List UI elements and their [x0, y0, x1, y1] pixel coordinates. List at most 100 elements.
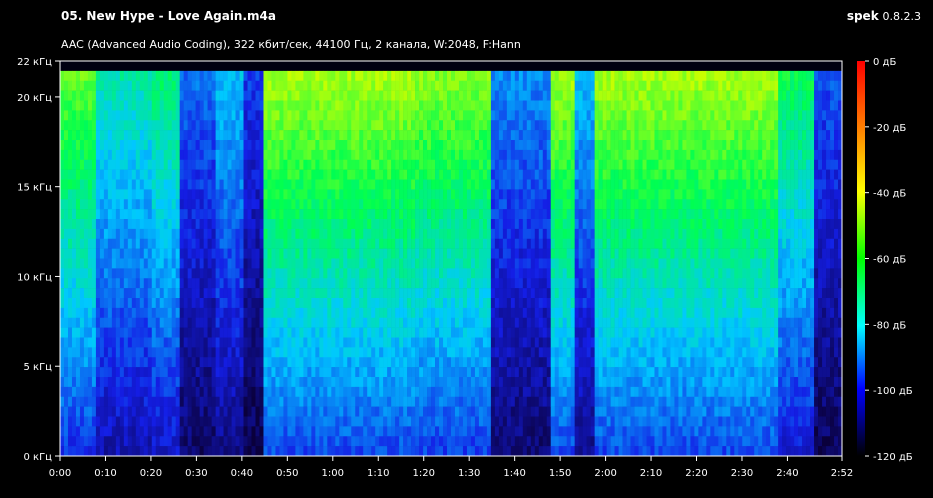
spectrogram-cell: [227, 130, 232, 141]
spectrogram-cell: [223, 416, 228, 427]
spectrogram-cell: [339, 317, 344, 328]
spectrogram-cell: [482, 416, 488, 427]
spectrogram-cell: [526, 80, 532, 91]
spectrogram-cell: [139, 80, 145, 91]
spectrogram-cell: [195, 337, 200, 348]
spectrogram-cell: [355, 100, 360, 111]
spectrogram-cell: [435, 80, 440, 91]
spectrogram-cell: [331, 169, 336, 180]
spectrogram-cell: [327, 219, 332, 230]
spectrogram-cell: [163, 209, 169, 220]
spectrogram-cell: [526, 288, 532, 299]
spectrogram-cell: [299, 357, 304, 368]
spectrogram-cell: [494, 248, 500, 259]
spectrogram-cell: [159, 199, 165, 210]
spectrogram-cell: [219, 248, 224, 259]
spectrogram-cell: [522, 406, 528, 417]
spectrogram-cell: [447, 436, 452, 447]
spectrogram-cell: [482, 80, 488, 91]
spectrogram-cell: [227, 406, 232, 417]
spectrogram-cell: [231, 209, 236, 220]
spectrogram-cell: [67, 80, 73, 91]
spectrogram-cell: [339, 377, 344, 388]
spectrogram-cell: [335, 100, 340, 111]
spectrogram-cell: [259, 258, 264, 269]
spectrogram-cell: [255, 149, 260, 161]
spectrogram-cell: [60, 317, 65, 328]
spectrogram-cell: [347, 278, 352, 289]
spectrogram-cell: [447, 189, 452, 200]
spectrogram-cell: [115, 288, 121, 299]
spectrogram-cell: [87, 258, 93, 269]
spectrogram-cell: [119, 90, 125, 101]
spectrogram-cell: [155, 347, 161, 358]
spectrogram-cell: [87, 199, 93, 210]
spectrogram-cell: [331, 100, 336, 111]
spectrogram-cell: [251, 140, 256, 151]
spectrogram-cell: [211, 317, 216, 328]
spectrogram-cell: [506, 327, 512, 338]
spectrogram-cell: [283, 288, 288, 299]
spectrogram-cell: [462, 317, 468, 328]
spectrogram-cell: [538, 268, 544, 279]
spectrogram-cell: [159, 110, 165, 121]
spectrogram-cell: [387, 386, 392, 398]
spectrogram-cell: [295, 110, 300, 121]
spectrogram-cell: [367, 436, 372, 447]
spectrogram-cell: [383, 436, 388, 447]
spectrogram-cell: [247, 179, 252, 190]
spectrogram-cell: [143, 189, 149, 200]
spectrogram-cell: [111, 120, 117, 131]
spectrogram-cell: [71, 436, 77, 447]
spectrogram-cell: [367, 199, 372, 210]
spectrogram-cell: [542, 307, 548, 319]
spectrogram-cell: [415, 258, 420, 269]
spectrogram-cell: [95, 347, 101, 358]
spectrogram-cell: [395, 377, 400, 388]
spectrogram-cell: [423, 288, 428, 299]
spectrogram-cell: [115, 179, 121, 190]
spectrogram-cell: [139, 426, 145, 437]
spectrogram-cell: [275, 406, 280, 417]
spectrogram-cell: [115, 219, 121, 230]
spectrogram-cell: [355, 238, 360, 249]
spectrogram-cell: [299, 130, 304, 141]
spectrogram-cell: [383, 199, 388, 210]
spectrogram-cell: [239, 386, 244, 398]
spectrogram-cell: [103, 327, 109, 338]
spectrogram-cell: [99, 377, 105, 388]
spectrogram-cell: [247, 377, 252, 388]
spectrogram-cell: [339, 179, 344, 190]
spectrogram-cell: [502, 288, 508, 299]
spectrogram-cell: [195, 209, 200, 220]
spectrogram-cell: [474, 120, 480, 131]
spectrogram-cell: [407, 90, 412, 101]
spectrogram-cell: [79, 209, 85, 220]
spectrogram-cell: [343, 377, 348, 388]
spectrogram-cell: [343, 199, 348, 210]
spectrogram-cell: [287, 199, 292, 210]
spectrogram-cell: [566, 288, 571, 299]
spectrogram-cell: [299, 446, 304, 457]
spectrogram-cell: [451, 90, 456, 101]
spectrogram-cell: [482, 367, 488, 378]
spectrogram-cell: [259, 209, 264, 220]
spectrogram-cell: [526, 149, 532, 161]
spectrogram-cell: [199, 377, 204, 388]
spectrogram-cell: [550, 248, 556, 259]
spectrogram-cell: [546, 209, 552, 220]
spectrogram-cell: [307, 426, 312, 437]
spectrogram-cell: [447, 416, 452, 427]
spectrogram-cell: [502, 268, 508, 279]
spectrogram-cell: [335, 406, 340, 417]
spectrogram-cell: [407, 248, 412, 259]
spectrogram-cell: [399, 179, 404, 190]
spectrogram-cell: [530, 149, 536, 161]
spectrogram-cell: [494, 426, 500, 437]
spectrogram-cell: [486, 189, 492, 200]
spectrogram-cell: [191, 377, 196, 388]
spectrogram-cell: [558, 159, 564, 170]
spectrogram-cell: [295, 258, 300, 269]
spectrogram-cell: [566, 80, 571, 91]
spectrogram-cell: [91, 169, 97, 180]
